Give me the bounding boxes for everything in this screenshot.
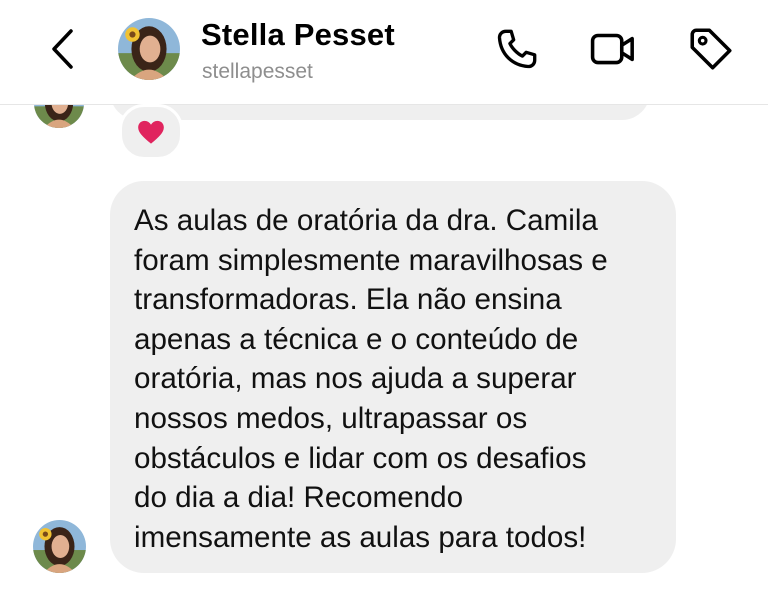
heart-reaction[interactable]: [119, 104, 183, 160]
back-button[interactable]: [44, 26, 84, 72]
tag-icon: [690, 28, 732, 70]
phone-icon: [497, 29, 537, 69]
sender-avatar[interactable]: [33, 520, 86, 573]
profile-avatar[interactable]: [118, 18, 180, 80]
back-chevron-icon: [52, 29, 73, 69]
contact-name[interactable]: Stella Pesset: [201, 17, 395, 53]
heart-icon: [138, 120, 164, 144]
avatar-photo: [33, 520, 86, 573]
chat-header: Stella Pesset stellapesset: [0, 0, 768, 105]
video-icon: [590, 33, 634, 65]
label-button[interactable]: [686, 24, 736, 74]
voice-call-button[interactable]: [492, 24, 542, 74]
video-call-button[interactable]: [588, 24, 638, 74]
message-bubble[interactable]: As aulas de oratória da dra. Camila fora…: [110, 181, 676, 573]
message-text: As aulas de oratória da dra. Camila fora…: [134, 204, 608, 554]
avatar-photo: [118, 18, 180, 80]
contact-username[interactable]: stellapesset: [202, 60, 313, 84]
